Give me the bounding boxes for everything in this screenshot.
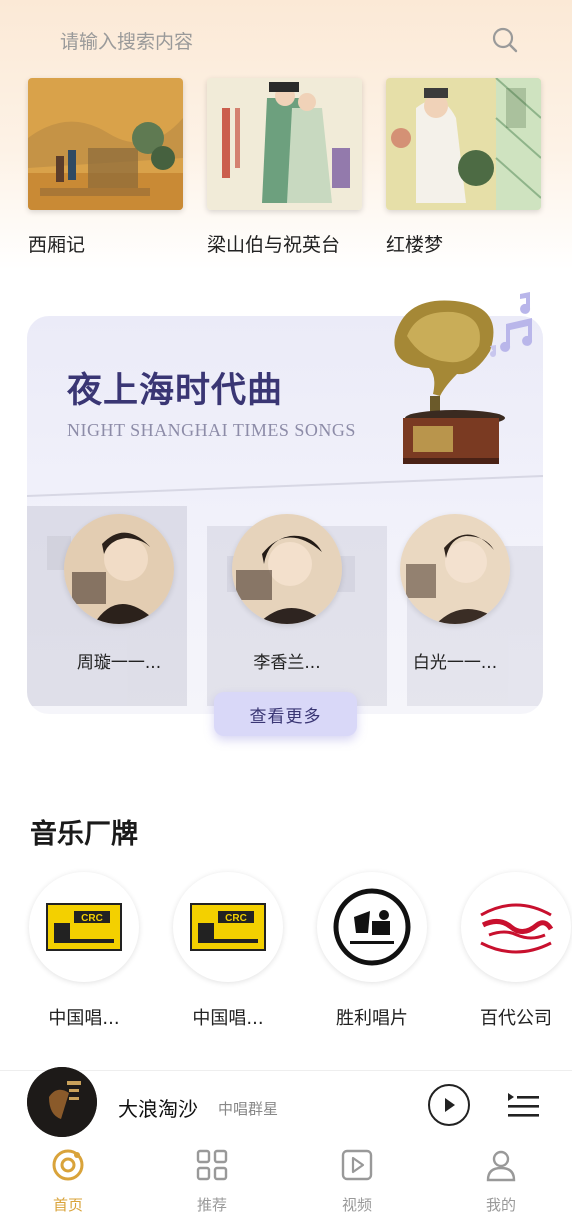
bottom-tab-bar: 首页 推荐 视频 我的 [0, 1142, 572, 1217]
brand-logo[interactable]: CRC [29, 872, 139, 982]
album-title: 红楼梦 [386, 234, 444, 256]
brands-section-title: 音乐厂牌 [30, 819, 138, 850]
album-title: 西厢记 [28, 234, 86, 256]
brand-item[interactable]: CRC 中国唱... [168, 872, 288, 1030]
album-title: 梁山伯与祝英台 [207, 234, 341, 256]
view-more-button[interactable]: 查看更多 [214, 692, 357, 736]
svg-text:CRC: CRC [225, 913, 247, 924]
svg-text:CRC: CRC [81, 913, 103, 924]
tab-video[interactable]: 视频 [312, 1148, 402, 1215]
tab-home[interactable]: 首页 [23, 1148, 113, 1215]
tab-recommend[interactable]: 推荐 [167, 1148, 257, 1215]
playlist-icon[interactable] [506, 1090, 540, 1122]
brand-logo[interactable]: CRC [173, 872, 283, 982]
singer-avatar[interactable] [64, 514, 174, 624]
tab-label: 视频 [341, 1196, 372, 1214]
mini-player[interactable]: 大浪淘沙 中唱群星 [0, 1067, 572, 1142]
grid-icon [196, 1149, 228, 1181]
home-icon [52, 1149, 84, 1181]
search-input[interactable]: 请输入搜索内容 [60, 27, 490, 54]
brand-name: 胜利唱片 [336, 1008, 408, 1029]
tab-label: 首页 [52, 1196, 83, 1214]
user-icon [486, 1150, 516, 1182]
brand-item[interactable]: CRC 中国唱... [24, 872, 144, 1030]
singer-item[interactable]: 周璇一一... [54, 514, 184, 673]
singer-name: 白光一一... [412, 653, 498, 673]
brand-item[interactable]: 胜利唱片 [312, 872, 432, 1030]
search-bar[interactable]: 请输入搜索内容 [40, 14, 540, 66]
brand-logo[interactable] [461, 872, 571, 982]
tab-profile[interactable]: 我的 [456, 1148, 546, 1215]
tab-label: 推荐 [196, 1196, 227, 1214]
play-icon [445, 1098, 455, 1112]
singer-item[interactable]: 白光一一... [390, 514, 520, 673]
singer-item[interactable]: 李香兰... [222, 514, 352, 673]
promo-subtitle: NIGHT SHANGHAI TIMES SONGS [67, 420, 356, 440]
search-icon[interactable] [490, 25, 520, 55]
play-button[interactable] [428, 1084, 470, 1126]
singer-name: 周璇一一... [76, 653, 162, 673]
music-notes-icon [490, 292, 533, 357]
now-playing-artist: 中唱群星 [218, 1100, 279, 1118]
brand-name: 中国唱... [48, 1008, 120, 1029]
now-playing-cover[interactable] [27, 1067, 97, 1137]
singer-avatar[interactable] [400, 514, 510, 624]
brand-name: 百代公司 [480, 1008, 552, 1029]
album-card[interactable]: 红楼梦 [386, 78, 541, 257]
album-cover-image[interactable] [28, 78, 183, 210]
brand-item[interactable]: 百代公司 [456, 872, 572, 1030]
brand-name: 中国唱... [192, 1008, 264, 1029]
album-cover-image[interactable] [207, 78, 362, 210]
singer-avatar[interactable] [232, 514, 342, 624]
album-cover-image[interactable] [386, 78, 541, 210]
video-icon [341, 1149, 373, 1181]
promo-title: 夜上海时代曲 [67, 370, 284, 411]
album-card[interactable]: 梁山伯与祝英台 [207, 78, 362, 257]
singer-name: 李香兰... [253, 653, 321, 673]
tab-label: 我的 [485, 1196, 516, 1214]
now-playing-title: 大浪淘沙 [118, 1097, 198, 1121]
album-card[interactable]: 西厢记 [28, 78, 183, 257]
brand-logo[interactable] [317, 872, 427, 982]
